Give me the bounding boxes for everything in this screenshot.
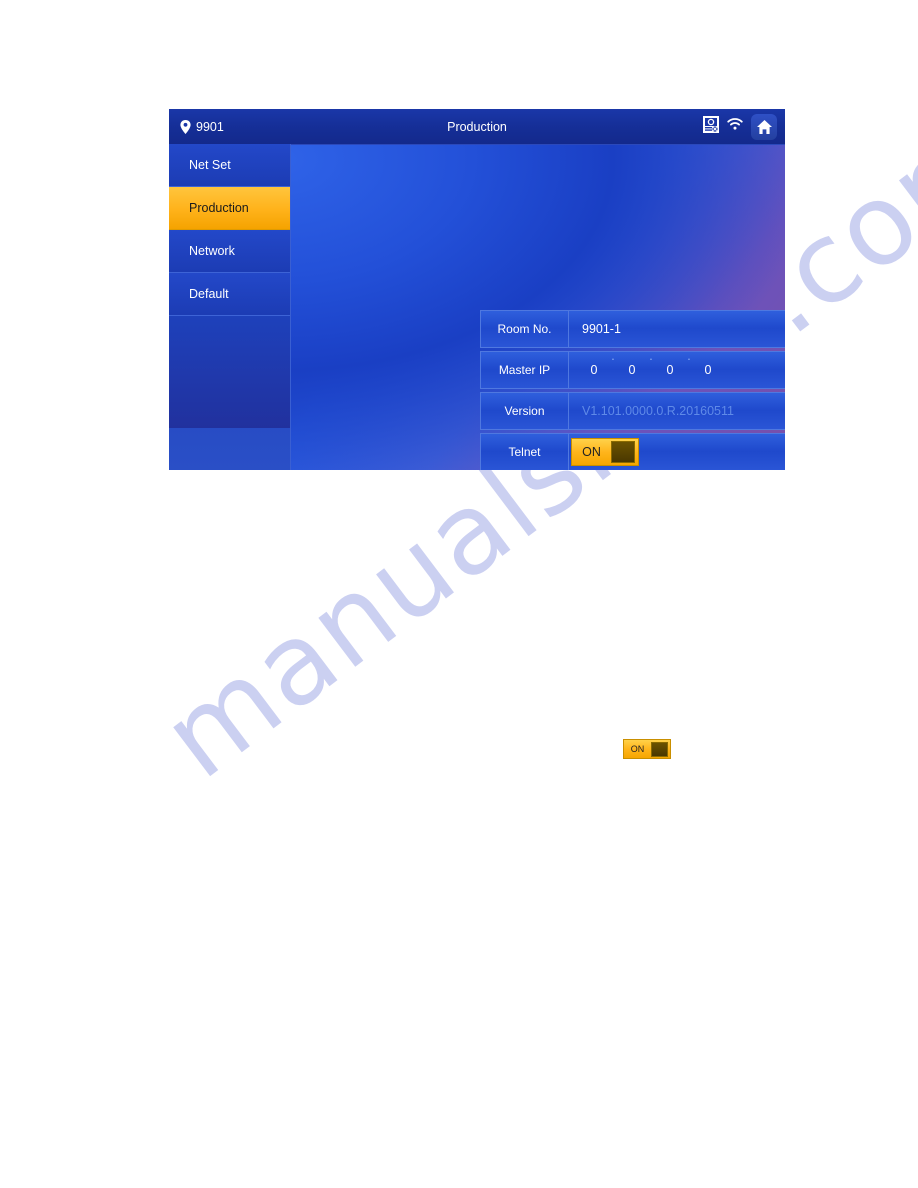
dnd-camera-icon[interactable]: [703, 115, 719, 138]
status-icon-group: [703, 109, 777, 144]
row-room-no: Room No. 9901-1: [480, 310, 785, 348]
ip-separator: .: [611, 349, 615, 363]
version-value: V1.101.0000.0.R.20160511: [582, 404, 734, 418]
sidebar-item-label: Production: [189, 201, 249, 215]
standalone-toggle-figure: ON: [623, 739, 671, 759]
toggle-on-example[interactable]: ON: [623, 739, 671, 759]
sidebar-item-production[interactable]: Production: [169, 187, 290, 230]
sidebar-item-label: Network: [189, 244, 235, 258]
row-master-ip: Master IP 0 . 0 . 0 . 0: [480, 349, 785, 389]
row-version: Version V1.101.0000.0.R.20160511: [480, 392, 785, 430]
settings-form: Room No. 9901-1 Master IP 0 . 0 . 0 . 0 …: [480, 310, 785, 470]
room-id-label: 9901: [196, 119, 224, 134]
wifi-icon[interactable]: [726, 117, 744, 136]
telnet-toggle-cell: ON: [569, 434, 785, 470]
sidebar-item-default[interactable]: Default: [169, 273, 290, 316]
ip-octet-4[interactable]: 0: [694, 363, 722, 377]
ip-separator: .: [687, 349, 691, 363]
sidebar-item-net-set[interactable]: Net Set: [169, 144, 290, 187]
ip-octet-1[interactable]: 0: [580, 363, 608, 377]
telnet-toggle[interactable]: ON: [571, 438, 639, 466]
room-no-input[interactable]: 9901-1: [569, 311, 785, 347]
row-telnet: Telnet ON: [480, 433, 785, 470]
master-ip-input[interactable]: 0 . 0 . 0 . 0: [569, 349, 785, 388]
sidebar-item-label: Default: [189, 287, 229, 301]
ip-octet-3[interactable]: 0: [656, 363, 684, 377]
telnet-label: Telnet: [481, 434, 569, 470]
toggle-knob: [611, 441, 635, 463]
version-label: Version: [481, 393, 569, 429]
title-bar: 9901 Production: [169, 109, 785, 145]
ip-octet-2[interactable]: 0: [618, 363, 646, 377]
room-indicator: 9901: [180, 119, 224, 134]
toggle-knob: [651, 741, 668, 757]
page-title: Production: [447, 119, 507, 134]
sidebar-filler: [169, 316, 290, 428]
ip-separator: .: [649, 349, 653, 363]
toggle-state-label: ON: [630, 744, 645, 754]
master-ip-label: Master IP: [481, 352, 569, 388]
sidebar-item-label: Net Set: [189, 158, 231, 172]
location-pin-icon: [180, 119, 191, 134]
telnet-toggle-state: ON: [582, 445, 601, 459]
home-icon[interactable]: [751, 113, 777, 140]
sidebar: Net Set Production Network Default: [169, 144, 291, 470]
room-no-label: Room No.: [481, 311, 569, 347]
device-screen-panel: 9901 Production Net Set Production Netwo…: [169, 109, 785, 470]
sidebar-item-network[interactable]: Network: [169, 230, 290, 273]
